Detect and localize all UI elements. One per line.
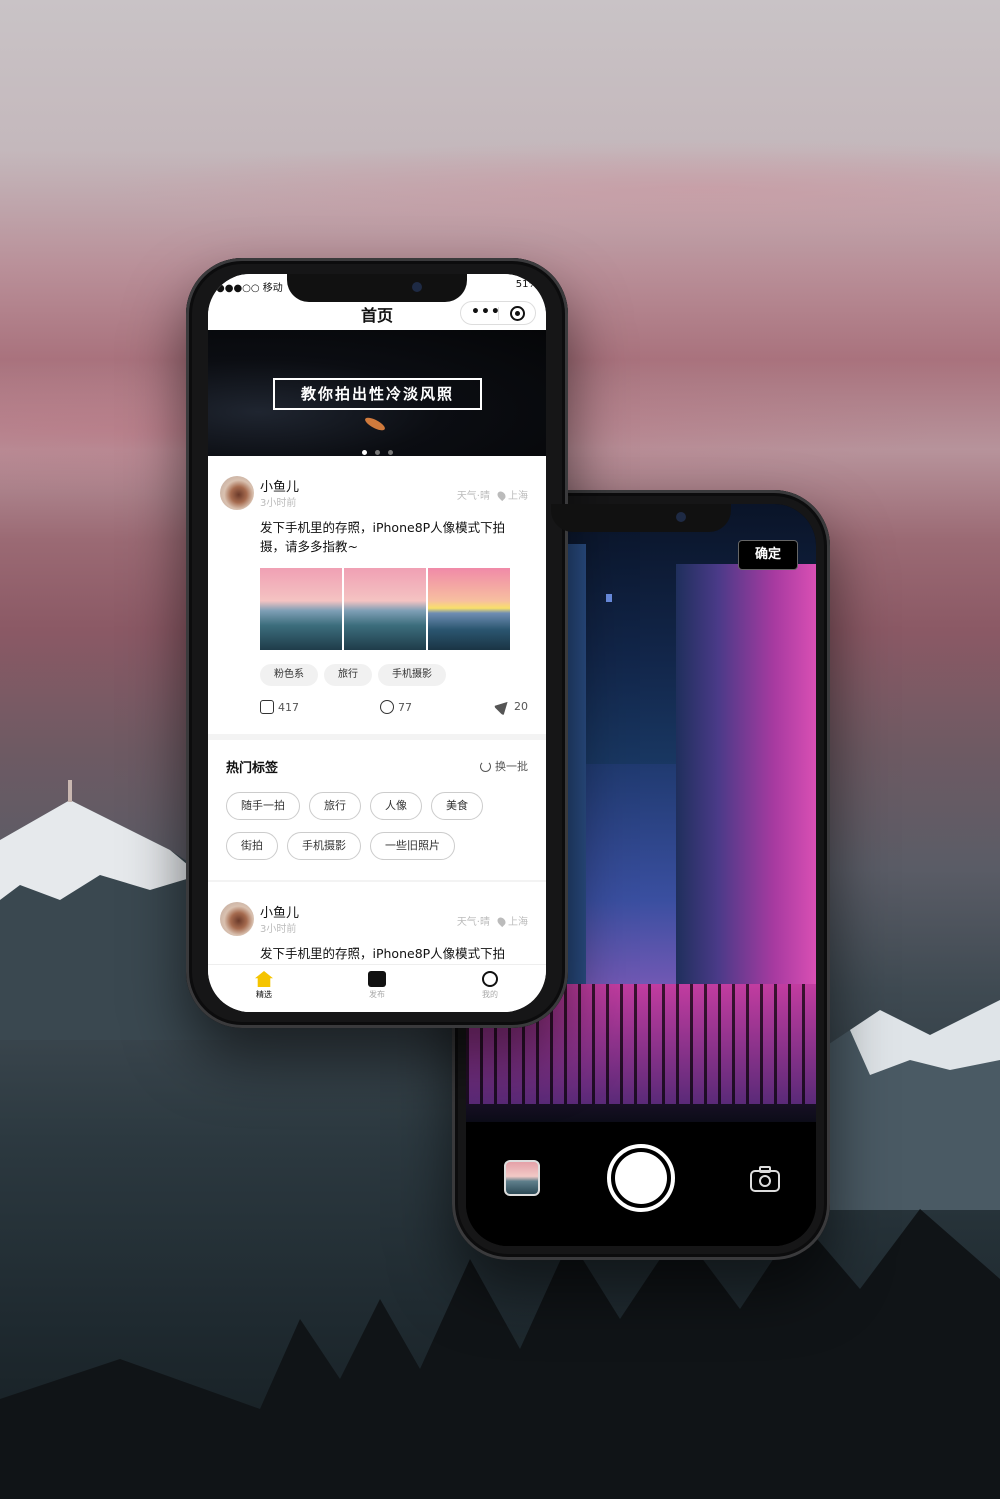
tab-label: 精选 bbox=[256, 990, 272, 999]
banner-carousel[interactable]: 教你拍出性冷淡风照 bbox=[208, 330, 546, 456]
tab-label: 发布 bbox=[369, 990, 385, 999]
post-weather: 天气·晴 bbox=[456, 917, 490, 928]
post-actions: 417 77 20 bbox=[260, 696, 532, 720]
post-location: 上海 bbox=[508, 491, 528, 502]
camera-icon bbox=[368, 971, 386, 987]
post-meta: 天气·晴 上海 bbox=[457, 913, 528, 928]
comment-button[interactable]: 77 bbox=[380, 700, 412, 714]
capsule-divider bbox=[498, 307, 499, 320]
feed-phone: ●●●○○ 移动 51% 首页 ••• 教你拍出性冷淡风照 小鱼儿 3小时前 天… bbox=[186, 258, 568, 1028]
post-photo[interactable] bbox=[428, 568, 510, 650]
smile-icon bbox=[482, 971, 498, 987]
post-tag[interactable]: 手机摄影 bbox=[378, 664, 446, 686]
location-pin-icon bbox=[495, 489, 508, 502]
more-icon[interactable]: ••• bbox=[471, 304, 501, 320]
background-cloud-upper bbox=[0, 130, 1000, 250]
post-meta: 天气·晴 上海 bbox=[457, 487, 528, 502]
viewfinder-window bbox=[606, 594, 612, 602]
post-card[interactable]: 小鱼儿 3小时前 天气·晴 上海 发下手机里的存照，iPhone8P人像模式下拍 bbox=[208, 882, 546, 964]
hot-tag-chip[interactable]: 街拍 bbox=[226, 832, 278, 860]
phone-notch bbox=[551, 504, 731, 532]
pager-dot[interactable] bbox=[387, 450, 393, 455]
thumbs-up-icon bbox=[260, 700, 274, 714]
post-tag[interactable]: 粉色系 bbox=[260, 664, 318, 686]
pager-dot-active[interactable] bbox=[361, 450, 367, 455]
hot-tag-chip[interactable]: 随手一拍 bbox=[226, 792, 300, 820]
post-tag[interactable]: 旅行 bbox=[324, 664, 372, 686]
confirm-button[interactable]: 确定 bbox=[738, 540, 798, 570]
banner-fish-image bbox=[363, 415, 387, 433]
tab-mine[interactable]: 我的 bbox=[460, 971, 520, 1000]
like-count: 417 bbox=[278, 701, 299, 714]
post-time: 3小时前 bbox=[260, 924, 297, 935]
flip-camera-icon[interactable] bbox=[748, 1162, 782, 1196]
carrier-text: ●●●○○ 移动 bbox=[216, 283, 283, 294]
hot-tag-chip[interactable]: 人像 bbox=[370, 792, 422, 820]
hot-tag-chip[interactable]: 美食 bbox=[431, 792, 483, 820]
hot-tag-chip[interactable]: 手机摄影 bbox=[287, 832, 361, 860]
hot-tags-section: 热门标签 换一批 随手一拍 旅行 人像 美食街拍 手机摄影 一些旧照片 bbox=[208, 740, 546, 880]
post-tags: 粉色系 旅行 手机摄影 bbox=[260, 662, 452, 686]
tab-publish[interactable]: 发布 bbox=[347, 971, 407, 1000]
post-text: 发下手机里的存照，iPhone8P人像模式下拍摄，请多多指教~ bbox=[260, 520, 506, 554]
post-photo[interactable] bbox=[260, 568, 342, 650]
comment-icon bbox=[380, 700, 394, 714]
post-username[interactable]: 小鱼儿 bbox=[260, 476, 299, 495]
gallery-thumbnail-icon[interactable] bbox=[504, 1160, 540, 1196]
close-target-icon[interactable] bbox=[510, 306, 525, 321]
phone-notch bbox=[287, 274, 467, 302]
hot-tags-title: 热门标签 bbox=[226, 761, 279, 776]
post-weather: 天气·晴 bbox=[456, 491, 490, 502]
tab-label: 我的 bbox=[482, 990, 498, 999]
post-username[interactable]: 小鱼儿 bbox=[260, 902, 299, 921]
refresh-tags-button[interactable]: 换一批 bbox=[480, 758, 528, 774]
paper-plane-icon bbox=[493, 696, 513, 717]
post-card[interactable]: 小鱼儿 3小时前 天气·晴 上海 发下手机里的存照，iPhone8P人像模式下拍摄… bbox=[208, 456, 546, 734]
refresh-icon bbox=[480, 761, 491, 772]
avatar[interactable] bbox=[220, 476, 254, 510]
post-photos bbox=[260, 568, 510, 650]
share-count: 20 bbox=[514, 700, 528, 713]
home-icon bbox=[255, 971, 273, 987]
camera-control-bar bbox=[466, 1122, 816, 1246]
banner-caption: 教你拍出性冷淡风照 bbox=[273, 378, 482, 410]
hot-tag-chip[interactable]: 一些旧照片 bbox=[370, 832, 455, 860]
miniprogram-capsule: ••• bbox=[460, 301, 536, 325]
like-button[interactable]: 417 bbox=[260, 700, 299, 714]
tab-bar: 精选 发布 我的 bbox=[208, 964, 546, 1012]
refresh-label: 换一批 bbox=[495, 760, 528, 773]
tab-featured[interactable]: 精选 bbox=[234, 971, 294, 1000]
hot-tags-list: 随手一拍 旅行 人像 美食街拍 手机摄影 一些旧照片 bbox=[226, 792, 526, 872]
shutter-button[interactable] bbox=[607, 1144, 675, 1212]
hot-tag-chip[interactable]: 旅行 bbox=[309, 792, 361, 820]
post-location: 上海 bbox=[508, 917, 528, 928]
location-pin-icon bbox=[495, 915, 508, 928]
comment-count: 77 bbox=[398, 701, 412, 714]
avatar[interactable] bbox=[220, 902, 254, 936]
feed-screen: ●●●○○ 移动 51% 首页 ••• 教你拍出性冷淡风照 小鱼儿 3小时前 天… bbox=[208, 274, 546, 1012]
background-mountain-right bbox=[820, 1000, 1000, 1210]
post-time: 3小时前 bbox=[260, 498, 297, 509]
post-text: 发下手机里的存照，iPhone8P人像模式下拍 bbox=[260, 946, 506, 961]
pager-dot[interactable] bbox=[374, 450, 380, 455]
battery-text: 51% bbox=[515, 279, 538, 290]
share-button[interactable]: 20 bbox=[493, 696, 528, 717]
post-photo[interactable] bbox=[344, 568, 426, 650]
